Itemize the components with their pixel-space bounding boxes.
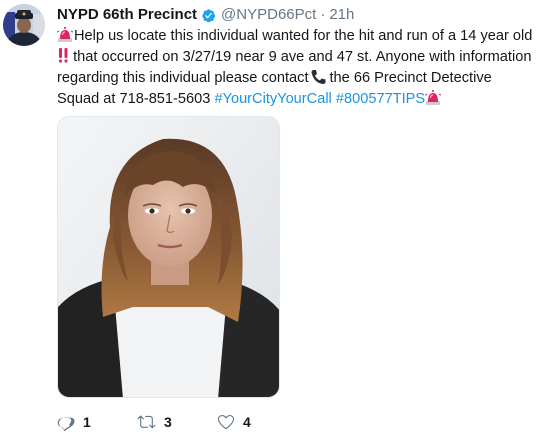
tweet-header: NYPD 66th Precinct @NYPD66Pct · 21h <box>57 5 354 25</box>
telephone-icon <box>310 69 327 85</box>
hashtag-800577tips[interactable]: #800577TIPS <box>336 91 425 107</box>
tweet-photo[interactable] <box>57 116 280 398</box>
tweet[interactable]: NYPD 66th Precinct @NYPD66Pct · 21h Help… <box>0 0 537 443</box>
reply-button[interactable]: 1 <box>57 411 137 433</box>
reply-count: 1 <box>83 414 91 430</box>
tweet-timestamp[interactable]: 21h <box>329 5 354 25</box>
hashtag-yourcityyourcall[interactable]: #YourCityYourCall <box>214 91 331 107</box>
author-handle[interactable]: @NYPD66Pct <box>221 5 316 25</box>
retweet-button[interactable]: 3 <box>137 411 217 433</box>
retweet-count: 3 <box>164 414 172 430</box>
avatar[interactable] <box>3 4 45 46</box>
author-name[interactable]: NYPD 66th Precinct <box>57 5 197 25</box>
heart-icon <box>217 413 235 431</box>
verified-badge-icon <box>201 8 216 23</box>
police-car-light-icon <box>424 90 442 105</box>
double-exclamation-icon <box>57 47 69 63</box>
tweet-text: Help us locate this individual wanted fo… <box>56 26 535 110</box>
reply-icon <box>57 413 75 431</box>
like-button[interactable]: 4 <box>217 411 277 433</box>
tweet-text-part1: Help us locate this individual wanted fo… <box>74 28 533 44</box>
retweet-icon <box>137 413 156 431</box>
police-car-light-icon <box>56 27 74 42</box>
header-separator: · <box>320 6 326 23</box>
like-count: 4 <box>243 414 251 430</box>
tweet-actions: 1 3 4 <box>57 411 277 433</box>
